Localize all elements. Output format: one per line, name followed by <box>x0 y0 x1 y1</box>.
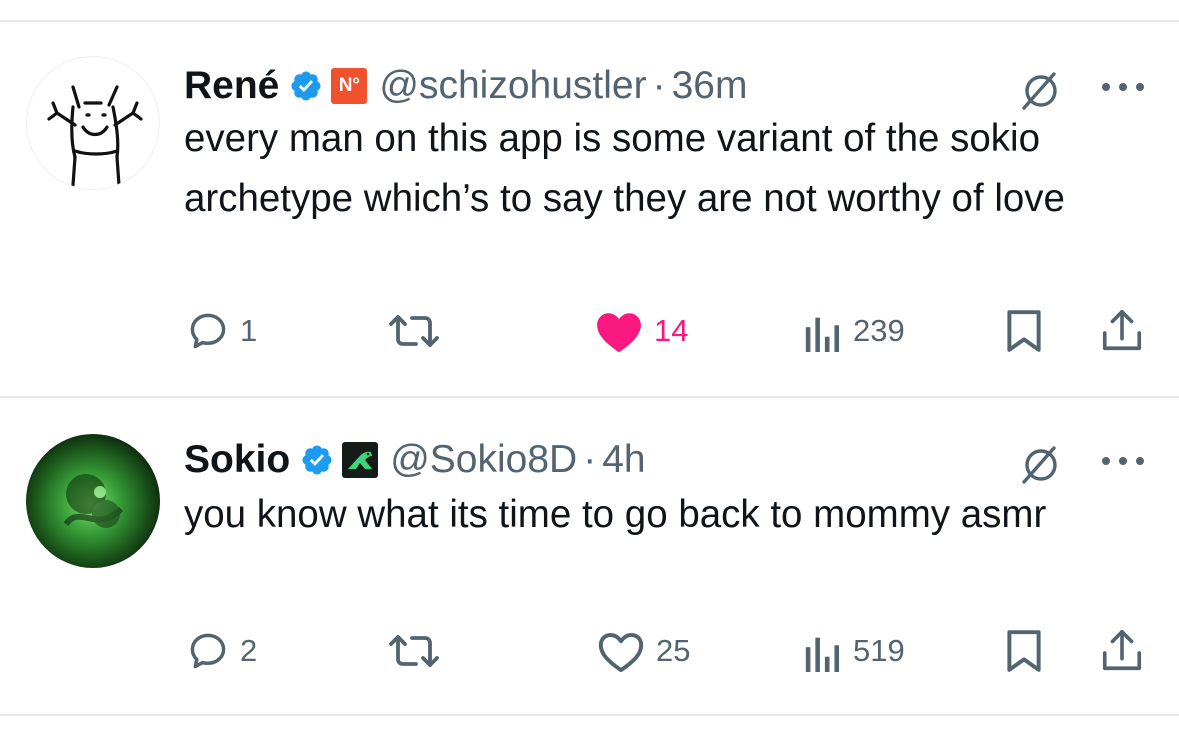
avatar[interactable] <box>26 56 160 190</box>
top-divider <box>0 20 1179 22</box>
share-button[interactable] <box>1100 306 1144 356</box>
share-icon <box>1102 630 1142 671</box>
avatar[interactable] <box>26 434 160 568</box>
like-count: 14 <box>654 313 689 348</box>
tweet-header: René N° @schizohustler · 36m <box>184 56 747 116</box>
display-name[interactable]: Sokio <box>184 438 290 482</box>
tweet[interactable]: Sokio @Sokio8D · 4h you know what its ti… <box>0 430 1179 710</box>
affiliate-badge-text: N° <box>338 75 361 96</box>
display-name[interactable]: René <box>184 64 279 108</box>
views-button[interactable]: 239 <box>803 306 905 356</box>
reply-icon <box>190 633 226 669</box>
username-handle[interactable]: @schizohustler <box>379 64 646 108</box>
action-bar: 1 14 239 <box>0 306 1179 356</box>
avatar-drawing <box>47 85 143 187</box>
view-count: 519 <box>853 633 905 668</box>
retweet-icon <box>389 315 439 347</box>
verified-badge-icon <box>300 443 334 477</box>
view-count: 239 <box>853 313 905 348</box>
verified-badge-icon <box>289 69 323 103</box>
affiliate-badge[interactable] <box>342 442 379 478</box>
more-icon[interactable] <box>1100 80 1146 98</box>
like-count: 25 <box>656 633 691 668</box>
username-handle[interactable]: @Sokio8D <box>390 438 577 482</box>
avatar-image <box>63 474 124 528</box>
like-button[interactable]: 25 <box>596 626 690 676</box>
views-icon <box>805 637 840 672</box>
bottom-divider <box>0 714 1179 716</box>
bookmark-button[interactable] <box>1003 626 1045 676</box>
retweet-button[interactable] <box>388 306 440 356</box>
more-icon[interactable] <box>1100 454 1146 472</box>
reply-button[interactable]: 1 <box>186 306 257 356</box>
tweet-text: you know what its time to go back to mom… <box>184 493 1047 536</box>
like-icon <box>598 632 644 673</box>
like-button[interactable]: 14 <box>594 306 688 356</box>
views-icon <box>805 317 840 352</box>
action-bar: 2 25 519 <box>0 626 1179 676</box>
separator-dot: · <box>583 438 597 481</box>
tweet-header: Sokio @Sokio8D · 4h <box>184 430 646 490</box>
bookmark-button[interactable] <box>1003 306 1045 356</box>
timestamp[interactable]: 4h <box>602 438 645 482</box>
retweet-button[interactable] <box>388 626 440 676</box>
views-button[interactable]: 519 <box>803 626 905 676</box>
reply-count: 1 <box>240 313 258 348</box>
share-button[interactable] <box>1100 626 1144 676</box>
tweet-divider <box>0 396 1179 398</box>
like-icon <box>597 313 641 353</box>
frog-logo-icon <box>348 451 373 469</box>
separator-dot: · <box>652 64 666 107</box>
tweet-text: every man on this app is some variant of… <box>184 117 1065 220</box>
reply-button[interactable]: 2 <box>186 626 257 676</box>
reply-count: 2 <box>240 633 258 668</box>
tweet[interactable]: René N° @schizohustler · 36m every man o… <box>0 56 1179 386</box>
reply-icon <box>190 313 226 349</box>
retweet-icon <box>389 635 439 667</box>
bookmark-icon <box>1007 630 1041 672</box>
share-icon <box>1102 310 1142 351</box>
timestamp[interactable]: 36m <box>672 64 748 108</box>
affiliate-badge[interactable]: N° <box>331 68 368 104</box>
bookmark-icon <box>1007 310 1041 352</box>
